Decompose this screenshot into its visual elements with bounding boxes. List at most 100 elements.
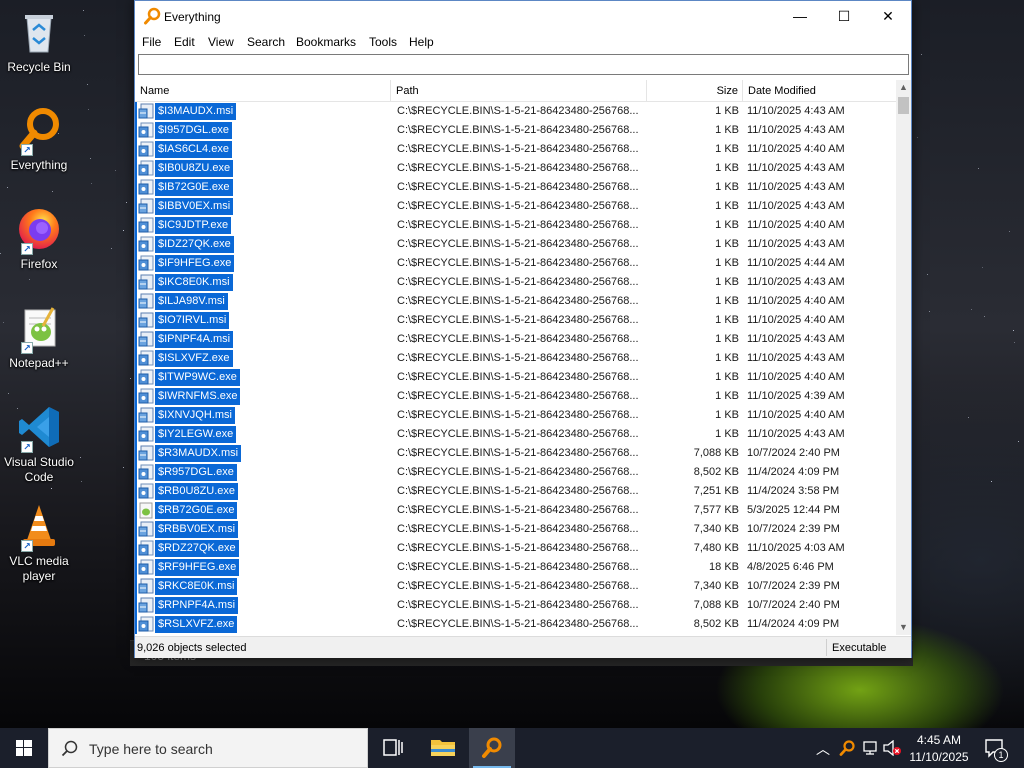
close-button[interactable]: ✕ <box>865 1 911 32</box>
file-size: 8,502 KB <box>693 466 739 478</box>
table-row[interactable]: $IY2LEGW.exe C:\$RECYCLE.BIN\S-1-5-21-864… <box>135 425 896 444</box>
table-row[interactable]: $IPNPF4A.msi C:\$RECYCLE.BIN\S-1-5-21-864… <box>135 330 896 349</box>
star <box>130 378 131 379</box>
file-name: $I957DGL.exe <box>155 122 232 139</box>
taskbar-everything[interactable] <box>469 728 515 768</box>
table-row[interactable]: $IAS6CL4.exe C:\$RECYCLE.BIN\S-1-5-21-864… <box>135 140 896 159</box>
desktop-icon-firefox[interactable]: ↗ Firefox <box>0 205 78 272</box>
table-row[interactable]: $IB72G0E.exe C:\$RECYCLE.BIN\S-1-5-21-864… <box>135 178 896 197</box>
file-name: $RB72G0E.exe <box>155 502 238 519</box>
desktop-icon-vlc[interactable]: ↗ VLC media player <box>0 502 78 584</box>
search-input[interactable] <box>138 54 909 75</box>
column-size-header[interactable]: Size <box>647 80 743 102</box>
file-size: 1 KB <box>715 428 739 440</box>
table-row[interactable]: $IWRNFMS.exe C:\$RECYCLE.BIN\S-1-5-21-864… <box>135 387 896 406</box>
file-name: $RKC8E0K.msi <box>155 578 238 595</box>
column-name-header[interactable]: Name <box>135 80 391 102</box>
column-date-header[interactable]: Date Modified <box>743 80 896 102</box>
network-disconnected-icon[interactable] <box>862 740 880 756</box>
selection-edge <box>135 368 137 387</box>
star <box>927 274 928 275</box>
menu-tools[interactable]: Tools <box>369 35 397 49</box>
table-row[interactable]: $IXNVJQH.msi C:\$RECYCLE.BIN\S-1-5-21-864… <box>135 406 896 425</box>
table-row[interactable]: $IF9HFEG.exe C:\$RECYCLE.BIN\S-1-5-21-864… <box>135 254 896 273</box>
column-path-header[interactable]: Path <box>391 80 647 102</box>
file-name: $RDZ27QK.exe <box>155 540 239 557</box>
file-size: 1 KB <box>715 352 739 364</box>
file-path: C:\$RECYCLE.BIN\S-1-5-21-86423480-256768… <box>397 466 639 478</box>
clock-time[interactable]: 4:45 AM <box>908 733 970 747</box>
table-row[interactable]: $I957DGL.exe C:\$RECYCLE.BIN\S-1-5-21-864… <box>135 121 896 140</box>
file-name: $RPNPF4A.msi <box>155 597 239 614</box>
desktop-icon-label: Recycle Bin <box>7 60 71 74</box>
table-row[interactable]: $IO7IRVL.msi C:\$RECYCLE.BIN\S-1-5-21-864… <box>135 311 896 330</box>
title-bar[interactable]: Everything — ☐ ✕ <box>135 1 911 32</box>
clock-date[interactable]: 11/10/2025 <box>908 750 970 764</box>
notepadpp-icon <box>138 502 154 519</box>
shortcut-arrow-icon: ↗ <box>21 540 33 552</box>
taskbar-search-box[interactable]: Type here to search <box>48 728 368 768</box>
chevron-up-icon[interactable]: ︿ <box>816 739 830 759</box>
everything-magnifier-icon <box>482 737 502 758</box>
msi-icon <box>138 312 154 329</box>
table-row[interactable]: $R957DGL.exe C:\$RECYCLE.BIN\S-1-5-21-864… <box>135 463 896 482</box>
table-row[interactable]: $RSLXVFZ.exe C:\$RECYCLE.BIN\S-1-5-21-864… <box>135 615 896 634</box>
table-row[interactable]: $RB0U8ZU.exe C:\$RECYCLE.BIN\S-1-5-21-864… <box>135 482 896 501</box>
taskbar-search-placeholder: Type here to search <box>89 741 213 757</box>
menu-bookmarks[interactable]: Bookmarks <box>296 35 356 49</box>
exe-icon <box>138 122 154 139</box>
minimize-button[interactable]: — <box>777 1 823 32</box>
everything-tray-icon[interactable] <box>838 739 856 757</box>
desktop-icon-everything[interactable]: ↗ Everything <box>0 106 78 173</box>
exe-icon <box>138 483 154 500</box>
scroll-down-arrow-icon[interactable]: ▼ <box>896 620 911 635</box>
file-size: 1 KB <box>715 276 739 288</box>
notification-center-button[interactable]: 1 <box>980 728 1024 768</box>
desktop-icon-recycle-bin[interactable]: Recycle Bin <box>0 8 78 75</box>
start-button[interactable] <box>0 728 48 768</box>
table-row[interactable]: $ITWP9WC.exe C:\$RECYCLE.BIN\S-1-5-21-864… <box>135 368 896 387</box>
results-list[interactable]: Name Path Size Date Modified $I3MAUDX.ms… <box>135 80 911 635</box>
table-row[interactable]: $RPNPF4A.msi C:\$RECYCLE.BIN\S-1-5-21-864… <box>135 596 896 615</box>
taskbar: Type here to search ︿ 4:45 AM 11/10/2025… <box>0 728 1024 768</box>
exe-icon <box>138 350 154 367</box>
menu-help[interactable]: Help <box>409 35 434 49</box>
menu-search[interactable]: Search <box>247 35 285 49</box>
exe-icon <box>138 179 154 196</box>
table-row[interactable]: $RKC8E0K.msi C:\$RECYCLE.BIN\S-1-5-21-864… <box>135 577 896 596</box>
table-row[interactable]: $IKC8E0K.msi C:\$RECYCLE.BIN\S-1-5-21-864… <box>135 273 896 292</box>
table-row[interactable]: $I3MAUDX.msi C:\$RECYCLE.BIN\S-1-5-21-864… <box>135 102 896 121</box>
menu-file[interactable]: File <box>142 35 161 49</box>
taskbar-file-explorer[interactable] <box>420 728 466 768</box>
scrollbar-thumb[interactable] <box>898 97 909 114</box>
table-row[interactable]: $IC9JDTP.exe C:\$RECYCLE.BIN\S-1-5-21-864… <box>135 216 896 235</box>
table-row[interactable]: $ILJA98V.msi C:\$RECYCLE.BIN\S-1-5-21-864… <box>135 292 896 311</box>
table-row[interactable]: $IBBV0EX.msi C:\$RECYCLE.BIN\S-1-5-21-864… <box>135 197 896 216</box>
file-date-modified: 11/10/2025 4:40 AM <box>747 314 845 326</box>
vertical-scrollbar[interactable]: ▲ ▼ <box>896 80 911 635</box>
maximize-button[interactable]: ☐ <box>821 1 867 32</box>
star <box>968 417 969 418</box>
star <box>917 137 918 138</box>
menu-edit[interactable]: Edit <box>174 35 195 49</box>
table-row[interactable]: $RF9HFEG.exe C:\$RECYCLE.BIN\S-1-5-21-864… <box>135 558 896 577</box>
table-row[interactable]: $IDZ27QK.exe C:\$RECYCLE.BIN\S-1-5-21-864… <box>135 235 896 254</box>
table-row[interactable]: $RB72G0E.exe C:\$RECYCLE.BIN\S-1-5-21-864… <box>135 501 896 520</box>
table-row[interactable]: $RBBV0EX.msi C:\$RECYCLE.BIN\S-1-5-21-864… <box>135 520 896 539</box>
file-date-modified: 11/10/2025 4:43 AM <box>747 162 845 174</box>
table-row[interactable]: $IB0U8ZU.exe C:\$RECYCLE.BIN\S-1-5-21-864… <box>135 159 896 178</box>
menu-view[interactable]: View <box>208 35 234 49</box>
table-row[interactable]: $R3MAUDX.msi C:\$RECYCLE.BIN\S-1-5-21-864… <box>135 444 896 463</box>
file-name: $IBBV0EX.msi <box>155 198 234 215</box>
scroll-up-arrow-icon[interactable]: ▲ <box>896 80 911 95</box>
star <box>7 187 8 188</box>
star <box>991 481 992 482</box>
desktop-icon-vscode[interactable]: ↗ Visual Studio Code <box>0 403 78 485</box>
selection-edge <box>135 349 137 368</box>
table-row[interactable]: $RDZ27QK.exe C:\$RECYCLE.BIN\S-1-5-21-864… <box>135 539 896 558</box>
star <box>51 488 52 489</box>
table-row[interactable]: $ISLXVFZ.exe C:\$RECYCLE.BIN\S-1-5-21-864… <box>135 349 896 368</box>
desktop-icon-notepadpp[interactable]: ↗ Notepad++ <box>0 304 78 371</box>
volume-muted-icon[interactable] <box>882 740 902 756</box>
task-view-button[interactable] <box>370 728 416 768</box>
